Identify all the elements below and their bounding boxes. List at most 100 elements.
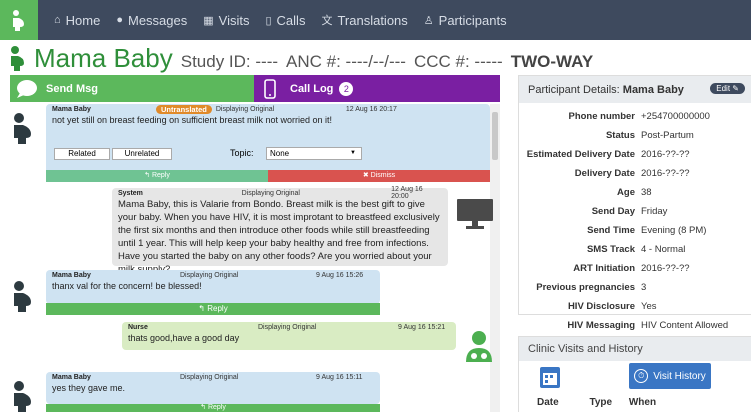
detail-value: 2016-??-??: [641, 149, 690, 160]
clock-icon: ⏱: [634, 369, 649, 383]
message-text: Mama Baby, this is Valarie from Bondo. B…: [118, 199, 440, 275]
message-bubble: Mama Baby Displaying Original 9 Aug 16 1…: [46, 270, 380, 304]
pencil-icon: ✎: [732, 84, 739, 93]
nav-translations[interactable]: 文 Translations: [321, 12, 407, 28]
detail-key: Send Time: [587, 225, 635, 236]
detail-value: Evening (8 PM): [641, 225, 707, 236]
nav-calls[interactable]: ▯ Calls: [265, 13, 305, 28]
detail-key: ART Initiation: [573, 263, 635, 274]
nav-visits[interactable]: ▦ Visits: [203, 13, 249, 28]
topic-label: Topic:: [230, 148, 254, 158]
detail-row: Previous pregnancies 3: [519, 278, 751, 297]
message-time: 9 Aug 16 15:11: [316, 373, 363, 381]
users-icon: ♙: [423, 14, 434, 27]
detail-key: Age: [617, 187, 635, 198]
study-id: Study ID: ----: [180, 52, 279, 71]
message-time: 9 Aug 16 15:26: [316, 271, 364, 279]
detail-row: Delivery Date 2016-??-??: [519, 164, 751, 183]
visits-table-header: Date Type When: [537, 397, 656, 408]
participant-avatar-icon: [14, 381, 31, 412]
message-display-mode: Displaying Original: [215, 105, 275, 113]
message-display-mode: Displaying Original: [258, 323, 317, 331]
message-display-mode: Displaying Original: [241, 189, 300, 197]
detail-row: Phone number +254700000000: [519, 107, 751, 126]
page-title: Mama Baby Study ID: ---- ANC #: ----/--/…: [8, 43, 593, 73]
detail-key: HIV Messaging: [567, 320, 635, 331]
detail-row: HIV Messaging HIV Content Allowed: [519, 316, 751, 335]
nav-home[interactable]: ⌂ Home: [54, 13, 100, 28]
detail-key: Previous pregnancies: [536, 282, 635, 293]
reply-button[interactable]: ↰ Reply: [46, 404, 380, 412]
detail-row: Age 38: [519, 183, 751, 202]
detail-key: Send Day: [591, 206, 635, 217]
detail-row: ART Initiation 2016-??-??: [519, 259, 751, 278]
send-msg-tab[interactable]: Send Msg: [10, 75, 254, 102]
nurse-avatar-icon: [466, 331, 492, 362]
message-sender: Mama Baby: [52, 105, 91, 113]
detail-value: 2016-??-??: [641, 168, 690, 179]
related-button[interactable]: Related: [54, 148, 110, 160]
chat-icon: ●: [116, 14, 123, 26]
phone-icon: ▯: [265, 14, 272, 27]
participant-name: Mama Baby: [34, 43, 173, 73]
reply-button[interactable]: ↰ Reply: [46, 303, 380, 315]
nav-participants[interactable]: ♙ Participants: [424, 13, 507, 28]
nav-messages[interactable]: ● Messages: [116, 13, 187, 28]
edit-button[interactable]: Edit ✎: [710, 83, 745, 94]
detail-row: Send Day Friday: [519, 202, 751, 221]
panel-header: Clinic Visits and History: [519, 337, 751, 361]
detail-value: 2016-??-??: [641, 263, 690, 274]
calendar-icon: ▦: [203, 14, 214, 27]
reply-icon: ↰: [144, 172, 152, 179]
column-date: Date: [537, 397, 559, 408]
chat-bubble-icon: [17, 80, 37, 98]
message-bubble: Mama Baby Displaying Original 9 Aug 16 1…: [46, 372, 380, 404]
reply-icon: ↰: [200, 404, 208, 411]
close-icon: ✖: [362, 172, 371, 179]
detail-key: Estimated Delivery Date: [526, 149, 635, 160]
reply-button[interactable]: ↰ Reply: [46, 170, 268, 182]
detail-value: Post-Partum: [641, 130, 694, 141]
topic-select[interactable]: None ▼: [266, 147, 362, 160]
phone-icon: [264, 79, 276, 99]
participant-avatar-icon: [14, 281, 31, 312]
details-list: Phone number +254700000000 Status Post-Part…: [519, 103, 751, 335]
detail-key: Phone number: [568, 111, 635, 122]
user-pregnant-icon: [13, 10, 24, 31]
visit-history-button[interactable]: ⏱ Visit History: [629, 363, 711, 389]
message-text: thats good,have a good day: [128, 333, 240, 343]
translate-icon: 文: [321, 15, 333, 27]
panel-header: Participant Details: Mama Baby Edit ✎: [519, 76, 751, 103]
caret-down-icon: ▼: [350, 150, 356, 156]
message-bubble: System Displaying Original 12 Aug 16 20:…: [112, 186, 448, 275]
anc-number: ANC #: ----/--/---: [286, 52, 406, 71]
scrollbar-thumb[interactable]: [492, 112, 498, 160]
detail-key: Delivery Date: [574, 168, 635, 179]
detail-key: HIV Disclosure: [567, 301, 635, 312]
column-type: Type: [589, 397, 613, 408]
home-icon: ⌂: [54, 14, 61, 26]
ccc-number: CCC #: -----: [413, 52, 503, 71]
computer-icon: [457, 199, 493, 229]
detail-row: HIV Disclosure Yes: [519, 297, 751, 316]
message-text: yes they gave me.: [52, 383, 126, 393]
participant-details-panel: Participant Details: Mama Baby Edit ✎ Ph…: [518, 75, 751, 331]
participant-icon: [11, 46, 24, 71]
participant-avatar-icon: [14, 113, 31, 144]
brand-logo[interactable]: [0, 0, 38, 40]
dismiss-button[interactable]: ✖ Dismiss: [268, 170, 490, 182]
column-when: When: [628, 397, 657, 408]
call-log-tab[interactable]: Call Log 2: [254, 75, 500, 102]
reply-icon: ↰: [198, 304, 208, 313]
message-display-mode: Displaying Original: [180, 373, 239, 381]
unrelated-button[interactable]: Unrelated: [112, 148, 172, 160]
calendar-icon[interactable]: [539, 365, 561, 389]
detail-value: 4 - Normal: [641, 244, 686, 255]
detail-value: 38: [641, 187, 652, 198]
top-navbar: ⌂ Home ● Messages ▦ Visits ▯ Calls 文 Translat…: [0, 0, 751, 40]
message-text: not yet still on breast feeding on suffi…: [52, 115, 332, 125]
message-display-mode: Displaying Original: [180, 271, 239, 279]
untranslated-badge: Untranslated: [156, 104, 212, 114]
detail-value: Friday: [641, 206, 668, 217]
message-sender: System: [118, 189, 143, 197]
